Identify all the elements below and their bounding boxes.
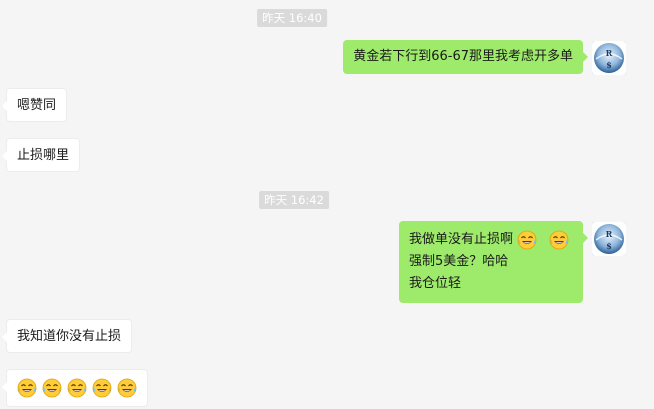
user-avatar-icon: R $ bbox=[592, 222, 626, 256]
tears-of-joy-emoji-icon bbox=[517, 230, 537, 250]
svg-text:R: R bbox=[606, 48, 613, 58]
message-text: 嗯赞同 bbox=[17, 98, 57, 113]
emoji-row bbox=[17, 377, 137, 399]
user-avatar-icon: R $ bbox=[592, 41, 626, 75]
tears-of-joy-emoji-icon bbox=[17, 378, 37, 398]
message-text: 强制5美金？哈哈 bbox=[408, 254, 509, 269]
avatar[interactable]: R $ bbox=[592, 41, 626, 75]
outgoing-message[interactable]: 我做单没有止损啊 强制5美金？哈哈 我仓位轻 bbox=[398, 221, 589, 303]
tears-of-joy-emoji-icon bbox=[92, 378, 112, 398]
message-text: 止损哪里 bbox=[17, 148, 70, 163]
timestamp-badge: 昨天 16:40 bbox=[257, 9, 327, 27]
incoming-message[interactable]: 嗯赞同 bbox=[1, 88, 68, 122]
message-line: 我做单没有止损啊 bbox=[409, 229, 573, 251]
message-text: 我做单没有止损啊 bbox=[408, 232, 513, 247]
message-text: 我知道你没有止损 bbox=[17, 329, 122, 344]
tears-of-joy-emoji-icon bbox=[549, 230, 569, 250]
message-text: 黄金若下行到66-67那里我考虑开多单 bbox=[353, 49, 573, 64]
chat-window: 昨天 16:40 黄金若下行到66-67那里我考虑开多单 R $ 嗯赞同 止损哪… bbox=[0, 0, 654, 409]
svg-text:$: $ bbox=[606, 60, 612, 70]
tears-of-joy-emoji-icon bbox=[42, 378, 62, 398]
message-text: 我仓位轻 bbox=[408, 276, 461, 291]
incoming-emoji-message[interactable] bbox=[2, 369, 148, 407]
tears-of-joy-emoji-icon bbox=[67, 378, 87, 398]
svg-text:R: R bbox=[606, 229, 613, 239]
svg-text:$: $ bbox=[606, 241, 612, 251]
avatar[interactable]: R $ bbox=[592, 222, 626, 256]
timestamp-badge: 昨天 16:42 bbox=[259, 191, 329, 209]
outgoing-message[interactable]: 黄金若下行到66-67那里我考虑开多单 bbox=[343, 40, 588, 74]
tears-of-joy-emoji-icon bbox=[117, 378, 137, 398]
incoming-message[interactable]: 止损哪里 bbox=[1, 138, 81, 172]
incoming-message[interactable]: 我知道你没有止损 bbox=[1, 319, 133, 353]
